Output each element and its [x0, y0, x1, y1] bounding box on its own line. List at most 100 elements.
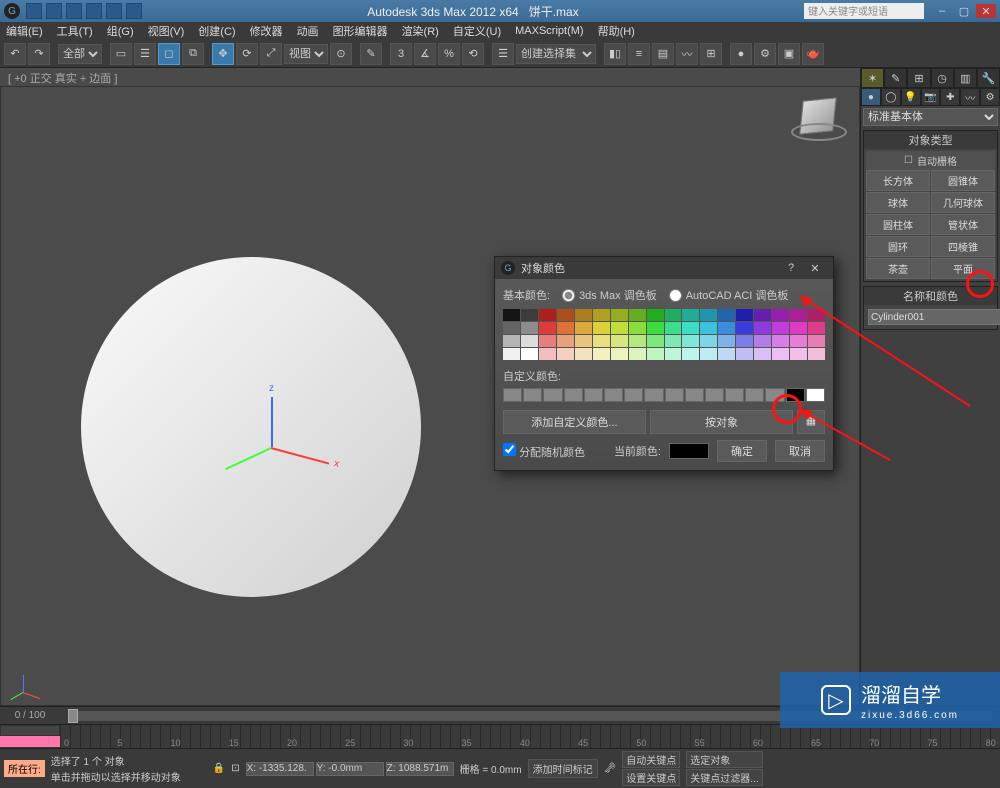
x-coord-input[interactable] — [246, 762, 314, 776]
dialog-help-button[interactable]: ? — [779, 262, 803, 274]
color-swatch[interactable] — [808, 348, 825, 360]
color-swatch[interactable] — [808, 309, 825, 321]
redo-button[interactable]: ↷ — [28, 43, 50, 65]
color-swatch[interactable] — [790, 322, 807, 334]
render-frame-button[interactable]: ▣ — [778, 43, 800, 65]
rollout-object-type[interactable]: 对象类型 — [864, 131, 997, 149]
color-swatch[interactable] — [611, 335, 628, 347]
curve-editor-button[interactable]: 〰 — [676, 43, 698, 65]
color-swatch[interactable] — [718, 322, 735, 334]
box-button[interactable]: 长方体 — [866, 170, 930, 191]
qat-button[interactable] — [106, 3, 122, 19]
palette-3dsmax-radio[interactable]: 3ds Max 调色板 — [562, 287, 657, 303]
color-swatch[interactable] — [539, 309, 556, 321]
keymode-select[interactable]: 选定对象 — [686, 751, 762, 768]
color-swatch[interactable] — [575, 335, 592, 347]
refcoord-select[interactable]: 视图 — [284, 44, 328, 64]
menu-grapheditors[interactable]: 图形编辑器 — [333, 23, 388, 39]
render-setup-button[interactable]: ⚙ — [754, 43, 776, 65]
menu-group[interactable]: 组(G) — [107, 23, 134, 39]
setkey-button[interactable]: 设置关键点 — [622, 769, 680, 786]
color-swatch[interactable] — [736, 309, 753, 321]
color-swatch[interactable] — [593, 322, 610, 334]
custom-swatch[interactable] — [503, 388, 522, 402]
isolate-icon[interactable]: ⊡ — [231, 763, 239, 774]
color-swatch[interactable] — [521, 322, 538, 334]
cylinder-button[interactable]: 圆柱体 — [866, 214, 930, 235]
helpers-button[interactable]: ✚ — [940, 88, 960, 106]
lock-icon[interactable]: 🔒 — [213, 763, 225, 774]
mirror-button[interactable]: ▮▯ — [604, 43, 626, 65]
color-swatch[interactable] — [772, 335, 789, 347]
custom-swatch[interactable] — [685, 388, 704, 402]
manip-button[interactable]: ✎ — [360, 43, 382, 65]
color-swatch[interactable] — [647, 322, 664, 334]
color-swatch[interactable] — [629, 335, 646, 347]
color-swatch[interactable] — [754, 348, 771, 360]
color-swatch[interactable] — [682, 309, 699, 321]
color-swatch[interactable] — [575, 309, 592, 321]
rollout-name-color[interactable]: 名称和颜色 — [864, 287, 997, 305]
color-swatch[interactable] — [629, 309, 646, 321]
keyfilters-button[interactable]: 关键点过滤器... — [686, 769, 762, 786]
render-button[interactable]: 🫖 — [802, 43, 824, 65]
color-swatch[interactable] — [736, 335, 753, 347]
custom-swatch[interactable] — [745, 388, 764, 402]
color-swatch[interactable] — [557, 348, 574, 360]
color-swatch[interactable] — [575, 322, 592, 334]
color-swatch[interactable] — [754, 309, 771, 321]
color-swatch[interactable] — [700, 322, 717, 334]
snap-toggle[interactable]: 3 — [390, 43, 412, 65]
color-swatch[interactable] — [754, 322, 771, 334]
object-name-input[interactable] — [868, 309, 1000, 325]
color-swatch[interactable] — [539, 348, 556, 360]
viewport-label[interactable]: [ +0 正交 真实 + 边面 ] — [0, 68, 860, 86]
geometry-button[interactable]: ● — [861, 88, 881, 106]
color-swatch[interactable] — [647, 335, 664, 347]
color-swatch[interactable] — [682, 335, 699, 347]
color-swatch[interactable] — [682, 348, 699, 360]
shapes-button[interactable]: ◯ — [881, 88, 901, 106]
assign-random-checkbox[interactable]: 分配随机颜色 — [503, 443, 585, 460]
cancel-button[interactable]: 取消 — [775, 440, 825, 462]
center-button[interactable]: ⊙ — [330, 43, 352, 65]
menu-views[interactable]: 视图(V) — [148, 23, 185, 39]
active-color-button[interactable]: ▦ — [797, 410, 825, 434]
color-swatch[interactable] — [503, 335, 520, 347]
spacewarps-button[interactable]: 〰 — [960, 88, 980, 106]
help-search-input[interactable]: 键入关键字或短语 — [804, 3, 924, 19]
color-swatch[interactable] — [718, 335, 735, 347]
filter-select[interactable]: 全部 — [58, 44, 102, 64]
color-swatch[interactable] — [700, 309, 717, 321]
cone-button[interactable]: 圆锥体 — [931, 170, 995, 191]
systems-button[interactable]: ⚙ — [980, 88, 1000, 106]
menu-maxscript[interactable]: MAXScript(M) — [515, 25, 583, 37]
custom-swatch[interactable] — [564, 388, 583, 402]
color-swatch[interactable] — [593, 309, 610, 321]
color-swatch[interactable] — [718, 348, 735, 360]
lights-button[interactable]: 💡 — [901, 88, 921, 106]
color-swatch[interactable] — [503, 348, 520, 360]
custom-swatch[interactable] — [786, 388, 805, 402]
color-swatch[interactable] — [665, 309, 682, 321]
color-swatch[interactable] — [790, 348, 807, 360]
tube-button[interactable]: 管状体 — [931, 214, 995, 235]
autokey-button[interactable]: 自动关键点 — [622, 751, 680, 768]
spinner-snap[interactable]: ⟲ — [462, 43, 484, 65]
qat-button[interactable] — [126, 3, 142, 19]
qat-button[interactable] — [26, 3, 42, 19]
custom-swatch[interactable] — [604, 388, 623, 402]
menu-customize[interactable]: 自定义(U) — [453, 23, 501, 39]
custom-swatch[interactable] — [665, 388, 684, 402]
custom-swatch[interactable] — [624, 388, 643, 402]
menu-help[interactable]: 帮助(H) — [598, 23, 635, 39]
scale-button[interactable]: ⤢ — [260, 43, 282, 65]
color-swatch[interactable] — [700, 335, 717, 347]
color-swatch[interactable] — [754, 335, 771, 347]
menu-rendering[interactable]: 渲染(R) — [402, 23, 439, 39]
angle-snap[interactable]: ∡ — [414, 43, 436, 65]
move-button[interactable]: ✥ — [212, 43, 234, 65]
custom-swatch[interactable] — [543, 388, 562, 402]
geosphere-button[interactable]: 几何球体 — [931, 192, 995, 213]
key-icon[interactable]: 🗝 — [604, 763, 617, 774]
